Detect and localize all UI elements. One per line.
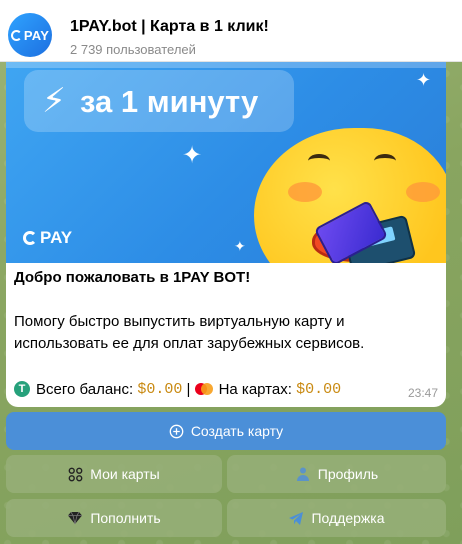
logo-ring-icon <box>23 231 37 245</box>
message-title: Добро пожаловать в 1PAY BOT! <box>14 269 251 286</box>
profile-button[interactable]: Профиль <box>227 455 446 493</box>
create-card-button[interactable]: Создать карту <box>6 412 446 450</box>
message-text: Добро пожаловать в 1PAY BOT! Помогу быст… <box>14 267 434 355</box>
message-body: Помогу быстро выпустить виртуальную карт… <box>14 313 365 352</box>
avatar-text: PAY <box>23 27 50 43</box>
diamond-icon <box>67 511 83 525</box>
chat-avatar[interactable]: PAY <box>8 13 52 57</box>
sparkle-icon: ✦ <box>416 70 432 90</box>
banner-logo-text: PAY <box>40 228 73 247</box>
lightning-icon: ⚡︎ <box>42 82 66 120</box>
duck-cheek <box>406 182 440 202</box>
balance-row: T Всего баланс: $0.00 | На картах: $0.00 <box>14 378 434 400</box>
duck-cheek <box>288 182 322 202</box>
support-button[interactable]: Поддержка <box>227 499 446 537</box>
plus-circle-icon <box>169 424 184 439</box>
sparkle-icon: ✦ <box>234 238 246 254</box>
person-icon <box>295 466 311 482</box>
send-icon <box>288 511 304 526</box>
cards-value: $0.00 <box>296 380 342 398</box>
top-up-button[interactable]: Пополнить <box>6 499 222 537</box>
my-cards-label: Мои карты <box>90 466 160 482</box>
banner-headline: за 1 минуту <box>80 84 259 119</box>
balance-label: Всего баланс: <box>36 380 134 398</box>
grid-icon <box>68 467 83 482</box>
cards-label: На картах: <box>218 380 292 398</box>
sparkle-icon: ✦ <box>182 142 203 169</box>
create-card-label: Создать карту <box>190 423 284 439</box>
duck-eye <box>374 154 396 168</box>
message-time: 23:47 <box>407 386 438 400</box>
promo-banner-image[interactable]: ⚡︎ за 1 минуту ✦ ✦ ✦ PAY <box>6 62 446 263</box>
logo-ring-icon <box>10 29 22 41</box>
balance-value: $0.00 <box>137 380 183 398</box>
tether-icon: T <box>14 381 30 397</box>
top-up-label: Пополнить <box>90 510 161 526</box>
message-bubble: ⚡︎ за 1 минуту ✦ ✦ ✦ PAY Добро пожаловат… <box>6 62 446 407</box>
mastercard-icon <box>194 383 213 395</box>
chat-subscribers: 2 739 пользователей <box>70 42 196 57</box>
chat-title: 1PAY.bot | Карта в 1 клик! <box>70 18 269 35</box>
my-cards-button[interactable]: Мои карты <box>6 455 222 493</box>
chat-header[interactable]: PAY 1PAY.bot | Карта в 1 клик! 2 739 пол… <box>0 0 462 62</box>
headline-pill: ⚡︎ за 1 минуту <box>24 70 294 132</box>
profile-label: Профиль <box>317 466 379 482</box>
separator: | <box>186 380 191 398</box>
banner-top-strip <box>6 62 446 68</box>
duck-eye <box>308 154 330 168</box>
support-label: Поддержка <box>311 510 385 526</box>
banner-logo: PAY <box>23 228 72 248</box>
